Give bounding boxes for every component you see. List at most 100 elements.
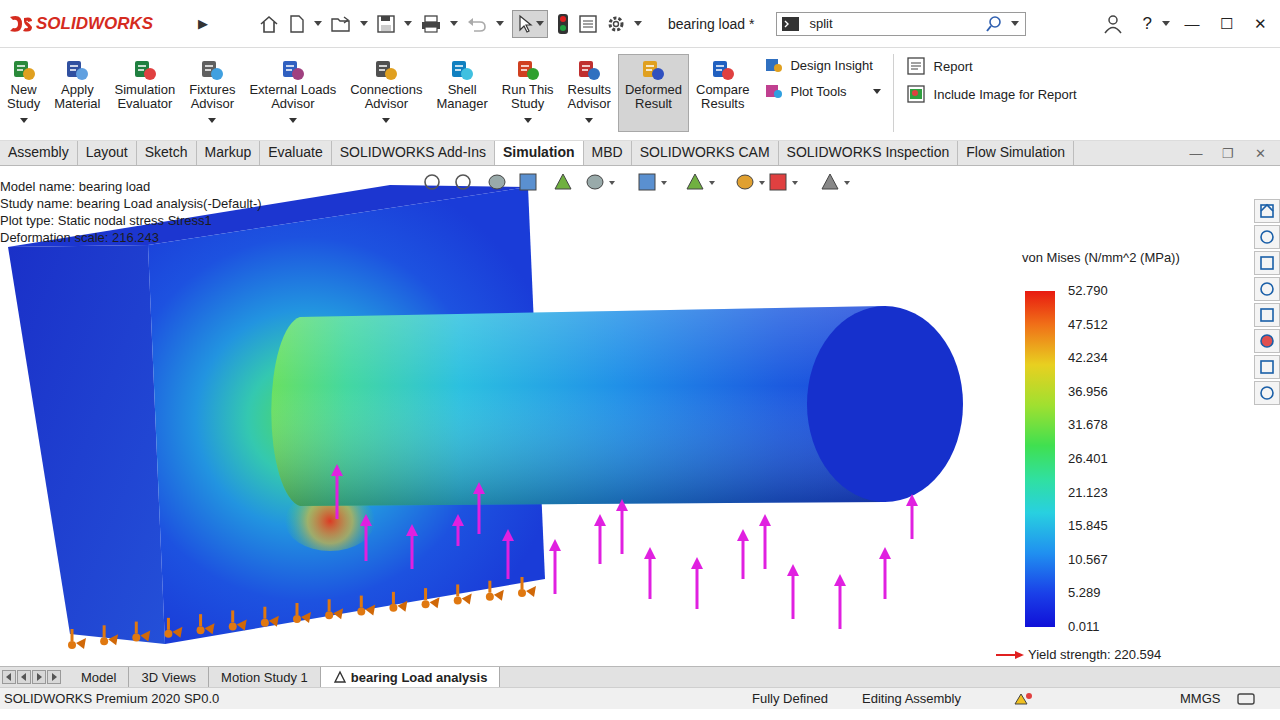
command-prompt-icon bbox=[781, 15, 801, 33]
save-dropdown-icon[interactable] bbox=[404, 21, 412, 26]
status-options-icon[interactable] bbox=[1236, 691, 1258, 707]
task-pane-icon[interactable] bbox=[1254, 355, 1280, 379]
view-tool-icon[interactable] bbox=[520, 174, 536, 190]
document-control-button[interactable]: — bbox=[1186, 146, 1206, 161]
ribbon-small-button[interactable]: Design Insight bbox=[764, 56, 880, 74]
print-icon[interactable] bbox=[420, 14, 442, 34]
view-tool-icon[interactable] bbox=[489, 175, 505, 189]
rebuild-status-icon[interactable] bbox=[1012, 691, 1034, 707]
graphics-area[interactable]: Model name: bearing loadStudy name: bear… bbox=[0, 166, 1280, 666]
command-tab[interactable]: Markup bbox=[197, 141, 261, 165]
ribbon-button[interactable]: External LoadsAdvisor bbox=[242, 54, 343, 132]
view-tool-icon[interactable] bbox=[456, 175, 470, 189]
ribbon-button[interactable]: DeformedResult bbox=[618, 54, 689, 132]
task-pane-icon[interactable] bbox=[1254, 225, 1280, 249]
report-buttons: Report Include Image for Report bbox=[898, 54, 1085, 106]
help-button[interactable]: ? bbox=[1143, 14, 1152, 34]
fixtures bbox=[68, 577, 536, 649]
window-control-button[interactable]: — bbox=[1180, 15, 1204, 32]
ribbon-button[interactable]: ConnectionsAdvisor bbox=[343, 54, 429, 132]
ribbon-dropdown-icon[interactable] bbox=[289, 118, 297, 123]
command-tab[interactable]: Sketch bbox=[137, 141, 197, 165]
open-dropdown-icon[interactable] bbox=[360, 21, 368, 26]
ribbon-button[interactable]: FixturesAdvisor bbox=[182, 54, 242, 132]
view-tool-icon[interactable] bbox=[587, 175, 615, 189]
ribbon-dropdown-icon[interactable] bbox=[382, 118, 390, 123]
scroll-arrow-icon[interactable] bbox=[2, 670, 16, 684]
task-pane-icon[interactable] bbox=[1254, 329, 1280, 353]
view-tool-icon[interactable] bbox=[425, 175, 439, 189]
model-tab[interactable]: 3D Views bbox=[129, 667, 209, 687]
print-dropdown-icon[interactable] bbox=[450, 21, 458, 26]
scroll-arrow-icon[interactable] bbox=[47, 670, 61, 684]
ribbon-dropdown-icon[interactable] bbox=[20, 118, 28, 123]
task-pane-icon[interactable] bbox=[1254, 251, 1280, 275]
unit-system[interactable]: MMGS bbox=[1180, 691, 1236, 706]
ribbon-button[interactable]: Run ThisStudy bbox=[495, 54, 561, 132]
ribbon-button[interactable]: ApplyMaterial bbox=[47, 54, 107, 132]
ribbon-button[interactable]: CompareResults bbox=[689, 54, 756, 132]
view-tool-icon[interactable] bbox=[639, 174, 667, 190]
options-gear-icon[interactable] bbox=[606, 14, 626, 34]
solidworks-logo[interactable]: SOLIDWORKS bbox=[0, 14, 192, 34]
task-pane-icon[interactable] bbox=[1254, 277, 1280, 301]
ribbon-button[interactable]: SimulationEvaluator bbox=[108, 54, 183, 132]
ds-logo-icon bbox=[8, 14, 34, 34]
task-pane-icon[interactable] bbox=[1254, 381, 1280, 405]
document-control-button[interactable]: ✕ bbox=[1250, 146, 1270, 161]
model-tab[interactable]: bearing Load analysis bbox=[321, 667, 501, 687]
document-control-button[interactable]: ❐ bbox=[1218, 146, 1238, 161]
new-dropdown-icon[interactable] bbox=[314, 21, 322, 26]
view-tool-icon[interactable] bbox=[687, 174, 715, 189]
view-tool-icon[interactable] bbox=[770, 174, 798, 190]
view-tool-icon[interactable] bbox=[822, 174, 850, 189]
open-folder-icon[interactable] bbox=[330, 14, 352, 34]
window-control-button[interactable]: ☐ bbox=[1214, 15, 1238, 33]
rebuild-light-icon[interactable] bbox=[556, 13, 570, 35]
ribbon-button[interactable]: NewStudy bbox=[0, 54, 47, 132]
window-control-button[interactable]: ✕ bbox=[1248, 15, 1272, 33]
options-dropdown-icon[interactable] bbox=[634, 21, 642, 26]
view-tool-icon[interactable] bbox=[555, 174, 571, 189]
command-tab[interactable]: SOLIDWORKS Inspection bbox=[779, 141, 959, 165]
save-icon[interactable] bbox=[376, 14, 396, 34]
shaft[interactable] bbox=[271, 306, 963, 506]
command-tab[interactable]: MBD bbox=[584, 141, 632, 165]
help-dropdown-icon[interactable] bbox=[1162, 21, 1170, 26]
command-tab[interactable]: Layout bbox=[78, 141, 137, 165]
new-document-icon[interactable] bbox=[288, 14, 306, 34]
scroll-arrow-icon[interactable] bbox=[32, 670, 46, 684]
command-tab[interactable]: Evaluate bbox=[260, 141, 331, 165]
home-icon[interactable] bbox=[258, 14, 280, 34]
view-tool-icon[interactable] bbox=[737, 175, 765, 189]
ribbon-dropdown-icon[interactable] bbox=[208, 118, 216, 123]
undo-dropdown-icon[interactable] bbox=[496, 21, 504, 26]
ribbon-button[interactable]: ShellManager bbox=[429, 54, 494, 132]
model-tab[interactable]: Motion Study 1 bbox=[209, 667, 321, 687]
task-pane-icon[interactable] bbox=[1254, 303, 1280, 327]
search-dropdown-icon[interactable] bbox=[1011, 21, 1019, 26]
undo-icon[interactable] bbox=[466, 14, 488, 34]
report-button[interactable]: Report bbox=[906, 56, 1077, 76]
select-tool[interactable] bbox=[512, 10, 548, 38]
command-tab[interactable]: Assembly bbox=[0, 141, 78, 165]
expand-menu-button[interactable]: ▶ bbox=[198, 16, 218, 31]
ribbon-small-button[interactable]: Plot Tools bbox=[764, 82, 880, 100]
search-magnifier-icon[interactable] bbox=[985, 15, 1003, 33]
search-field[interactable]: split bbox=[776, 12, 1026, 36]
user-account-icon[interactable] bbox=[1103, 14, 1123, 34]
command-tab[interactable]: Simulation bbox=[495, 141, 584, 165]
scroll-arrow-icon[interactable] bbox=[17, 670, 31, 684]
command-tab[interactable]: Flow Simulation bbox=[958, 141, 1074, 165]
ribbon-dropdown-icon[interactable] bbox=[524, 118, 532, 123]
model-tab[interactable]: Model bbox=[69, 667, 129, 687]
plot-tools-dropdown-icon[interactable] bbox=[873, 89, 881, 94]
pane-glyph-icon bbox=[1258, 254, 1276, 272]
command-tab[interactable]: SOLIDWORKS Add-Ins bbox=[332, 141, 495, 165]
task-pane-icon[interactable] bbox=[1254, 199, 1280, 223]
ribbon-dropdown-icon[interactable] bbox=[585, 118, 593, 123]
command-tab[interactable]: SOLIDWORKS CAM bbox=[632, 141, 779, 165]
file-properties-icon[interactable] bbox=[578, 14, 598, 34]
ribbon-button[interactable]: ResultsAdvisor bbox=[561, 54, 618, 132]
report-button[interactable]: Include Image for Report bbox=[906, 84, 1077, 104]
